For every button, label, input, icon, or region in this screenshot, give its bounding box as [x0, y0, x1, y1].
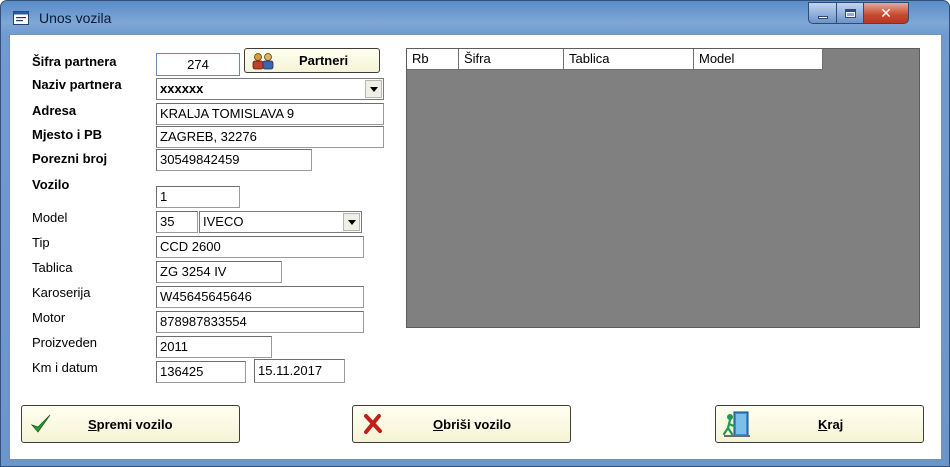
window-title: Unos vozila: [39, 10, 112, 26]
minimize-icon: [817, 15, 828, 19]
vozilo-input[interactable]: 1: [156, 186, 240, 208]
partneri-button-label: Partneri: [299, 53, 349, 68]
checkmark-icon: [30, 414, 51, 433]
motor-input[interactable]: 878987833554: [156, 311, 364, 333]
partners-icon: [252, 52, 274, 69]
kraj-label: Kraj: [818, 416, 844, 432]
column-header-rb[interactable]: Rb: [407, 49, 459, 70]
model-name-value: IVECO: [203, 214, 244, 229]
model-label: Model: [32, 210, 68, 225]
spremi-vozilo-label: Spremi vozilo: [88, 416, 173, 432]
porezni-broj-label: Porezni broj: [32, 151, 108, 166]
model-code-input[interactable]: 35: [156, 211, 198, 233]
kraj-button[interactable]: Kraj: [715, 405, 924, 443]
mjesto-label: Mjesto i PB: [32, 127, 103, 142]
column-header-model[interactable]: Model: [694, 49, 823, 70]
model-dropdown-button[interactable]: [343, 213, 360, 231]
delete-x-icon: [364, 414, 382, 434]
window-controls: ✕: [808, 2, 943, 24]
tip-label: Tip: [32, 235, 50, 250]
adresa-input[interactable]: KRALJA TOMISLAVA 9: [156, 103, 384, 125]
sifra-partnera-input[interactable]: 274: [156, 53, 240, 76]
vozilo-label: Vozilo: [32, 177, 70, 192]
adresa-label: Adresa: [32, 103, 77, 118]
window-icon: [13, 11, 29, 25]
exit-door-icon: [722, 411, 750, 437]
grid-header: Rb Šifra Tablica Model: [407, 49, 823, 70]
tablica-label: Tablica: [32, 260, 73, 275]
naziv-dropdown-button[interactable]: [365, 80, 382, 98]
km-input[interactable]: 136425: [156, 361, 246, 383]
naziv-partnera-select[interactable]: xxxxxx: [156, 78, 384, 100]
column-header-sifra[interactable]: Šifra: [459, 49, 564, 70]
minimize-button[interactable]: [808, 2, 837, 24]
close-button[interactable]: ✕: [864, 2, 909, 24]
column-header-tablica[interactable]: Tablica: [564, 49, 694, 70]
proizveden-label: Proizveden: [32, 335, 98, 350]
vehicles-grid[interactable]: Rb Šifra Tablica Model: [406, 48, 920, 328]
partneri-button[interactable]: Partneri: [244, 48, 380, 73]
naziv-partnera-value: xxxxxx: [160, 81, 204, 96]
spremi-vozilo-button[interactable]: Spremi vozilo: [21, 405, 240, 443]
km-datum-label: Km i datum: [32, 360, 98, 375]
tablica-input[interactable]: ZG 3254 IV: [156, 261, 282, 283]
title-bar[interactable]: Unos vozila ✕: [1, 1, 949, 34]
model-select[interactable]: IVECO: [199, 211, 362, 233]
chevron-down-icon: [369, 86, 378, 92]
naziv-partnera-label: Naziv partnera: [32, 77, 122, 92]
porezni-broj-input[interactable]: 30549842459: [156, 149, 312, 171]
karoserija-label: Karoserija: [32, 285, 91, 300]
maximize-button[interactable]: [837, 2, 864, 24]
mjesto-input[interactable]: ZAGREB, 32276: [156, 126, 384, 148]
obrisi-vozilo-button[interactable]: Obriši vozilo: [352, 405, 571, 443]
close-icon: ✕: [880, 4, 892, 21]
proizveden-input[interactable]: 2011: [156, 336, 272, 358]
maximize-icon: [844, 8, 856, 18]
sifra-partnera-label: Šifra partnera: [32, 54, 117, 69]
chevron-down-icon: [347, 219, 356, 225]
karoserija-input[interactable]: W45645645646: [156, 286, 364, 308]
tip-input[interactable]: CCD 2600: [156, 236, 364, 258]
datum-input[interactable]: 15.11.2017: [254, 359, 345, 383]
obrisi-vozilo-label: Obriši vozilo: [433, 416, 512, 432]
motor-label: Motor: [32, 310, 66, 325]
